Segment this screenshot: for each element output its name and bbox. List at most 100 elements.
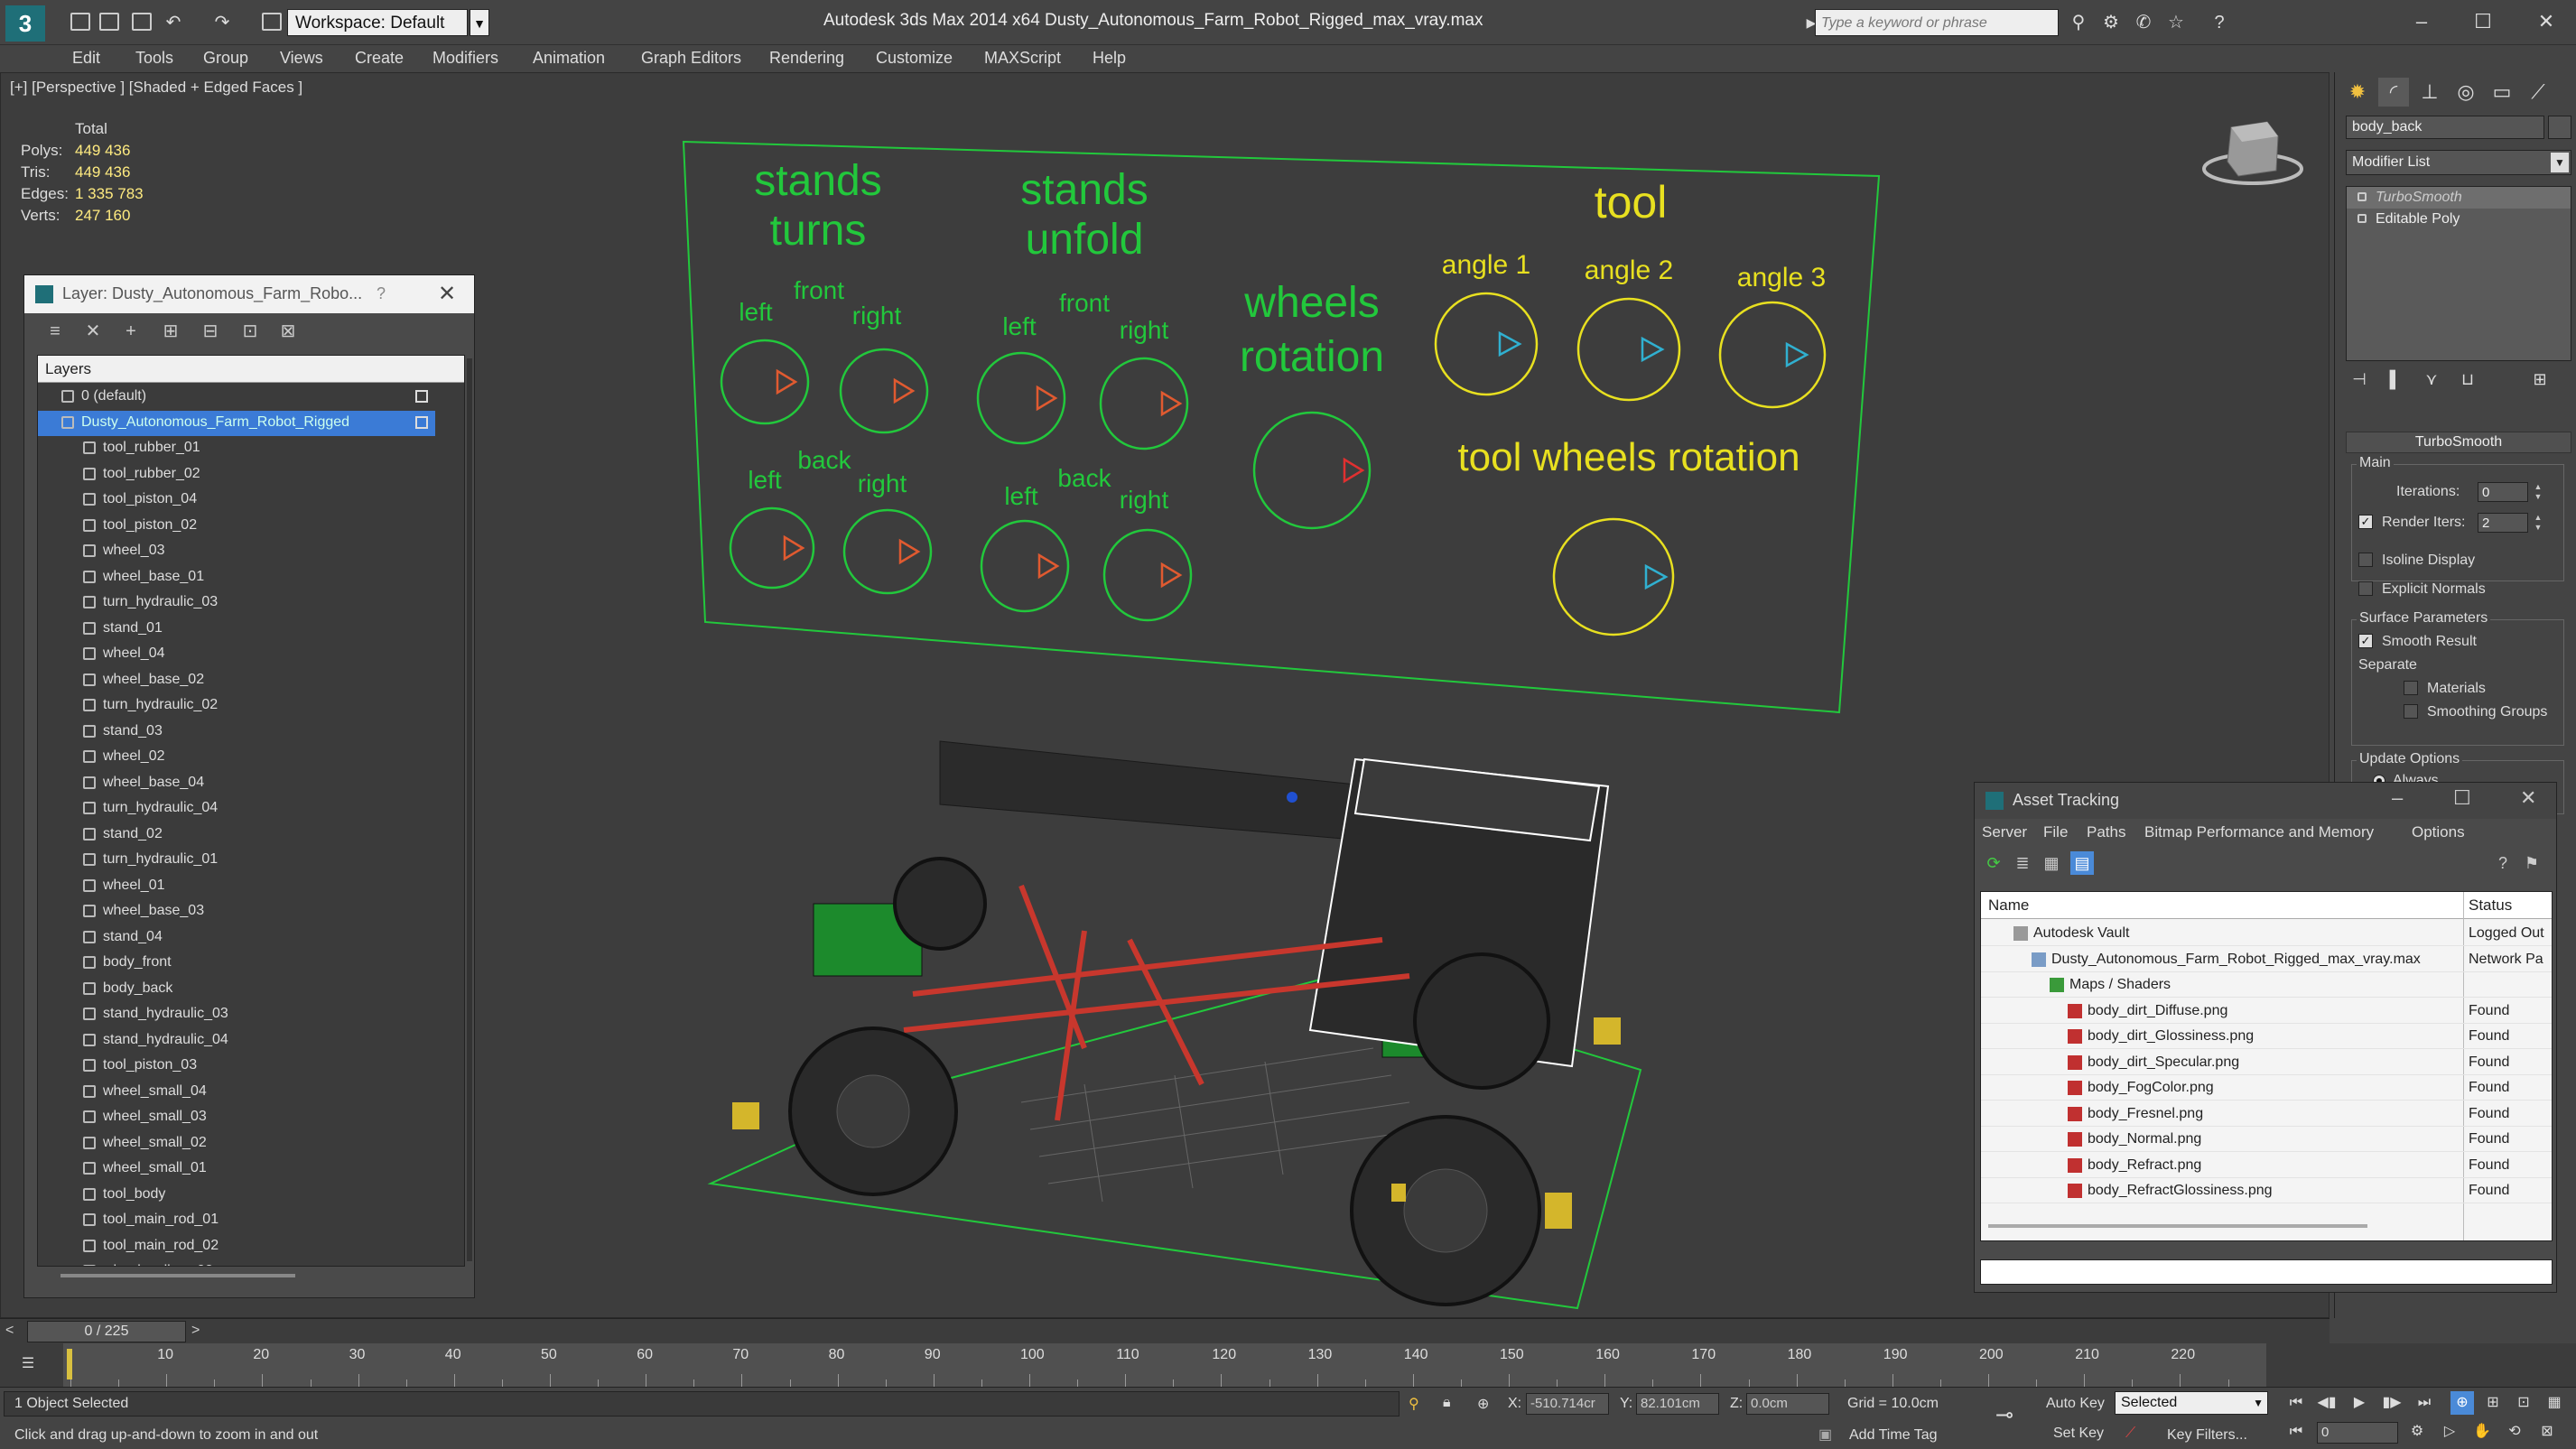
layer-visibility-checkbox[interactable]: [415, 415, 428, 429]
zoom-icon[interactable]: ⊕: [2450, 1391, 2474, 1415]
previous-frame-icon[interactable]: ◀▮: [2315, 1391, 2339, 1415]
help-context-icon[interactable]: ⚑: [2520, 851, 2543, 875]
object-name-field[interactable]: body_back: [2346, 116, 2544, 139]
viewport-label[interactable]: [+] [Perspective ] [Shaded + Edged Faces…: [10, 79, 302, 97]
layer-visibility-checkbox[interactable]: [415, 390, 428, 403]
layer-object-row[interactable]: turn_hydraulic_03: [38, 590, 435, 616]
add-time-tag[interactable]: Add Time Tag: [1849, 1427, 1938, 1444]
key-set-dropdown[interactable]: Selected ▼: [2115, 1391, 2268, 1415]
asset-row[interactable]: body_dirt_Diffuse.png Found: [1981, 999, 2552, 1024]
close-icon[interactable]: ✕: [2528, 5, 2564, 38]
modify-tab-icon[interactable]: ◜: [2378, 78, 2409, 107]
hide-all-icon[interactable]: ⊡: [239, 320, 261, 342]
help-icon[interactable]: ?: [2209, 13, 2230, 33]
pan-icon[interactable]: ✋: [2470, 1420, 2494, 1444]
maximize-icon[interactable]: ☐: [2453, 786, 2471, 810]
smoothing-groups-checkbox[interactable]: [2404, 704, 2418, 719]
favorites-star-icon[interactable]: ☆: [2165, 13, 2187, 33]
rollout-header[interactable]: TurboSmooth: [2346, 432, 2571, 453]
layer-object-row[interactable]: wheel_small_02: [38, 1131, 435, 1156]
asset-path-field[interactable]: [1980, 1259, 2553, 1285]
layers-column-header[interactable]: Layers: [38, 356, 464, 383]
workspace-dropdown[interactable]: Workspace: Default: [287, 9, 468, 36]
time-slider-thumb[interactable]: 0 / 225: [27, 1321, 186, 1342]
stack-item-editable-poly[interactable]: Editable Poly: [2347, 209, 2571, 230]
asset-row[interactable]: Autodesk Vault Logged Out: [1981, 921, 2552, 946]
asset-row[interactable]: body_Refract.png Found: [1981, 1153, 2552, 1178]
render-iters-spinner[interactable]: 2: [2478, 513, 2528, 533]
spinner-arrows-icon[interactable]: ▲ ▼: [2532, 513, 2544, 533]
new-file-icon[interactable]: [70, 13, 90, 31]
make-unique-icon[interactable]: ⋎: [2420, 370, 2443, 394]
utilities-tab-icon[interactable]: ⟋: [2523, 78, 2553, 107]
layer-object-row[interactable]: wheel_base_02: [38, 668, 435, 693]
layer-row-default[interactable]: 0 (default): [38, 385, 435, 410]
maximize-viewport-icon[interactable]: ⊠: [2535, 1420, 2559, 1444]
delete-layer-icon[interactable]: ✕: [82, 320, 104, 342]
asset-row[interactable]: body_FogColor.png Found: [1981, 1075, 2552, 1101]
object-color-swatch[interactable]: [2548, 116, 2571, 139]
absolute-mode-icon[interactable]: ⊕: [1477, 1395, 1489, 1413]
spinner-arrows-icon[interactable]: ▲ ▼: [2532, 482, 2544, 502]
column-header-status[interactable]: Status: [2469, 896, 2512, 915]
time-slider[interactable]: < 0 / 225 >: [0, 1318, 2330, 1343]
layer-object-row[interactable]: tool_main_rod_01: [38, 1208, 435, 1233]
x-coordinate-field[interactable]: -510.714cr: [1526, 1393, 1609, 1415]
menu-customize[interactable]: Customize: [876, 49, 953, 68]
layer-object-row[interactable]: tool_body: [38, 1183, 435, 1208]
render-iters-checkbox[interactable]: ✓: [2358, 515, 2373, 529]
layer-object-row[interactable]: stand_02: [38, 822, 435, 848]
vertical-scrollbar[interactable]: [467, 358, 472, 1261]
motion-tab-icon[interactable]: ◎: [2450, 78, 2481, 107]
go-to-end-icon[interactable]: ⏭: [2413, 1391, 2436, 1415]
layer-object-row[interactable]: wheel_base_01: [38, 565, 435, 590]
asset-menu-file[interactable]: File: [2043, 823, 2068, 841]
chevron-left-icon[interactable]: <: [5, 1323, 14, 1339]
configure-sets-icon[interactable]: ⊞: [2528, 370, 2552, 394]
isoline-display-checkbox[interactable]: [2358, 553, 2373, 567]
layer-object-row[interactable]: stand_03: [38, 720, 435, 745]
horizontal-scrollbar[interactable]: [60, 1274, 295, 1277]
current-frame-marker[interactable]: [67, 1349, 72, 1379]
menu-modifiers[interactable]: Modifiers: [432, 49, 498, 68]
open-file-icon[interactable]: [99, 13, 119, 31]
layer-object-row[interactable]: wheel_03: [38, 539, 435, 564]
freeze-all-icon[interactable]: ⊠: [277, 320, 299, 342]
add-to-layer-icon[interactable]: +: [120, 320, 142, 342]
materials-checkbox[interactable]: [2404, 681, 2418, 695]
highlight-layer-icon[interactable]: ⊟: [200, 320, 221, 342]
y-coordinate-field[interactable]: 82.101cm: [1636, 1393, 1719, 1415]
chevron-down-icon[interactable]: ▼: [2253, 1397, 2264, 1409]
chevron-right-icon[interactable]: >: [191, 1323, 200, 1339]
field-of-view-icon[interactable]: ▷: [2438, 1420, 2461, 1444]
help-icon[interactable]: ?: [377, 284, 386, 303]
layer-object-row[interactable]: body_back: [38, 977, 435, 1002]
undo-icon[interactable]: ↶: [163, 13, 184, 33]
layer-object-row[interactable]: turn_hydraulic_02: [38, 693, 435, 719]
select-objects-icon[interactable]: ⊞: [160, 320, 181, 342]
binoculars-icon[interactable]: ⚲: [2068, 13, 2089, 33]
layer-object-row[interactable]: tool_piston_02: [38, 514, 435, 539]
list-view-icon[interactable]: ≣: [2011, 851, 2034, 875]
explicit-normals-checkbox[interactable]: [2358, 581, 2373, 596]
asset-row[interactable]: body_Normal.png Found: [1981, 1127, 2552, 1152]
table-view-icon[interactable]: ▤: [2070, 851, 2094, 875]
asset-row[interactable]: Maps / Shaders: [1981, 972, 2552, 998]
isolate-icon[interactable]: ⚲: [1409, 1395, 1419, 1413]
menu-edit[interactable]: Edit: [72, 49, 100, 68]
layer-row-rigged[interactable]: Dusty_Autonomous_Farm_Robot_Rigged: [38, 410, 435, 436]
minimize-icon[interactable]: –: [2392, 786, 2403, 810]
help-icon[interactable]: ?: [2491, 851, 2515, 875]
key-filters-button[interactable]: Key Filters...: [2167, 1427, 2247, 1444]
layer-object-row[interactable]: wheel_yellow_02: [38, 1259, 435, 1266]
smooth-result-checkbox[interactable]: ✓: [2358, 634, 2373, 648]
save-file-icon[interactable]: [132, 13, 152, 31]
layer-object-row[interactable]: wheel_01: [38, 874, 435, 899]
asset-row[interactable]: Dusty_Autonomous_Farm_Robot_Rigged_max_v…: [1981, 947, 2552, 972]
iterations-spinner[interactable]: 0: [2478, 482, 2528, 502]
column-header-name[interactable]: Name: [1988, 896, 2029, 915]
menu-views[interactable]: Views: [280, 49, 323, 68]
modifier-list-dropdown[interactable]: Modifier List ▼: [2346, 150, 2571, 175]
asset-menu-server[interactable]: Server: [1982, 823, 2027, 841]
layer-object-row[interactable]: wheel_base_04: [38, 771, 435, 796]
